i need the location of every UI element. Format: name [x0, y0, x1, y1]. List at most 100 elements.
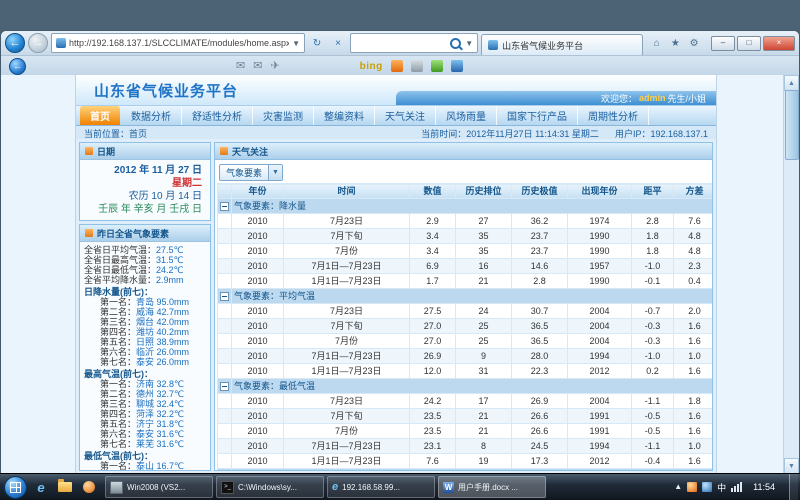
- table-cell: 1994: [568, 439, 632, 454]
- maximize-button[interactable]: □: [737, 36, 761, 51]
- language-indicator[interactable]: 中: [717, 481, 726, 494]
- show-desktop-button[interactable]: [789, 474, 798, 500]
- gray-app-icon[interactable]: [411, 60, 423, 72]
- favorites-button[interactable]: ★: [668, 38, 684, 49]
- nav-tab-3[interactable]: 灾害监测: [253, 106, 314, 125]
- vertical-scrollbar[interactable]: ▲ ▼: [783, 75, 799, 474]
- taskbar-window-3[interactable]: W用户手册.docx ...: [438, 476, 546, 498]
- table-cell: 1.7: [410, 274, 456, 289]
- clock[interactable]: 11:54: [747, 482, 781, 492]
- taskbar-window-2[interactable]: e192.168.58.99...: [327, 476, 435, 498]
- taskbar-window-0[interactable]: Win2008 (VS2...: [105, 476, 213, 498]
- browser-window: ← → http://192.168.137.1/SLCCLIMATE/modu…: [0, 30, 800, 474]
- table-cell: 2.8: [632, 214, 674, 229]
- table-row[interactable]: 20107月下旬23.52126.61991-0.51.6: [218, 409, 714, 424]
- nav-tab-6[interactable]: 风场雨量: [436, 106, 497, 125]
- back-button[interactable]: ←: [5, 33, 25, 53]
- table-row[interactable]: 20107月下旬3.43523.719901.84.8: [218, 229, 714, 244]
- orange-app-icon[interactable]: [391, 60, 403, 72]
- home-button[interactable]: ⌂: [649, 38, 665, 49]
- table-section-row[interactable]: 气象要素：最低气温: [218, 379, 714, 394]
- table-row[interactable]: 20101月1日—7月23日12.03122.320120.21.6: [218, 364, 714, 379]
- section-label: 气象要素：最高气温: [232, 469, 714, 472]
- collapse-icon[interactable]: [220, 202, 229, 211]
- table-head-row: 年份时间数值历史排位历史极值出现年份距平方差: [218, 184, 714, 199]
- scrollbar-thumb[interactable]: [785, 90, 799, 160]
- nav-tab-4[interactable]: 整编资料: [314, 106, 375, 125]
- table-row[interactable]: 20107月份3.43523.719901.84.8: [218, 244, 714, 259]
- address-bar[interactable]: http://192.168.137.1/SLCCLIMATE/modules/…: [51, 33, 305, 53]
- table-row[interactable]: 20101月1日—7月23日7.61917.32012-0.41.6: [218, 454, 714, 469]
- table-cell: 22.3: [512, 364, 568, 379]
- scroll-up-button[interactable]: ▲: [784, 75, 799, 91]
- nav-tab-7[interactable]: 国家下行产品: [497, 106, 578, 125]
- table-row[interactable]: 20107月23日24.21726.92004-1.11.8: [218, 394, 714, 409]
- table-cell: -0.3: [632, 319, 674, 334]
- table-cell: 7月份: [284, 424, 410, 439]
- table-section-row[interactable]: 气象要素：降水量: [218, 199, 714, 214]
- notification-icon[interactable]: [687, 482, 697, 492]
- table-cell: 1.6: [674, 409, 714, 424]
- system-tray: ▲ 中 11:54: [670, 481, 785, 494]
- network-icon[interactable]: [731, 482, 742, 492]
- bing-logo[interactable]: bing: [360, 61, 383, 72]
- nav-tab-0[interactable]: 首页: [80, 106, 120, 125]
- summary-line: 全省日最高气温：31.5℃: [84, 255, 206, 265]
- puzzle-icon[interactable]: [451, 60, 463, 72]
- table-row[interactable]: 20107月1日—7月23日23.1824.51994-1.11.0: [218, 439, 714, 454]
- explorer-launcher[interactable]: [55, 477, 75, 497]
- address-dropdown-icon[interactable]: ▼: [292, 39, 300, 48]
- table-row[interactable]: 20107月1日—7月23日6.91614.61957-1.02.3: [218, 259, 714, 274]
- blue-orb-icon[interactable]: ←: [9, 58, 26, 75]
- scroll-up-icon: ▲: [788, 80, 795, 87]
- forward-button[interactable]: →: [28, 33, 48, 53]
- search-dropdown-icon[interactable]: ▼: [465, 39, 473, 48]
- nav-tab-1[interactable]: 数据分析: [121, 106, 182, 125]
- table-row[interactable]: 20107月下旬27.02536.52004-0.31.6: [218, 319, 714, 334]
- table-row[interactable]: 20107月份27.02536.52004-0.31.6: [218, 334, 714, 349]
- nav-tab-8[interactable]: 周期性分析: [578, 106, 649, 125]
- envelope2-icon[interactable]: ✉: [253, 61, 262, 72]
- media-launcher[interactable]: [79, 477, 99, 497]
- table-cell: 1.8: [632, 229, 674, 244]
- close-button[interactable]: ×: [763, 36, 795, 51]
- table-cell: 7月1日—7月23日: [284, 259, 410, 274]
- collapse-icon[interactable]: [220, 292, 229, 301]
- table-cell: 24.2: [410, 394, 456, 409]
- update-icon[interactable]: [702, 482, 712, 492]
- weather-panel-body: 全省日平均气温：27.5℃全省日最高气温：31.5℃全省日最低气温：24.2℃全…: [80, 242, 210, 470]
- table-section-row[interactable]: 气象要素：最高气温: [218, 469, 714, 472]
- minimize-button[interactable]: –: [711, 36, 735, 51]
- table-row[interactable]: 20107月23日27.52430.72004-0.72.0: [218, 304, 714, 319]
- ie-launcher[interactable]: e: [31, 477, 51, 497]
- search-box[interactable]: ▼: [350, 33, 478, 53]
- table-cell: 27.5: [410, 304, 456, 319]
- search-icon[interactable]: [450, 38, 461, 49]
- browser-nav-bar: ← → http://192.168.137.1/SLCCLIMATE/modu…: [1, 31, 799, 56]
- table-section-row[interactable]: 气象要素：平均气温: [218, 289, 714, 304]
- refresh-button[interactable]: ↻: [308, 34, 326, 52]
- collapse-icon[interactable]: [220, 382, 229, 391]
- taskbar-window-1[interactable]: >_C:\Windows\sy...: [216, 476, 324, 498]
- stop-button[interactable]: ×: [329, 34, 347, 52]
- scroll-down-button[interactable]: ▼: [784, 458, 799, 474]
- url-text[interactable]: http://192.168.137.1/SLCCLIMATE/modules/…: [69, 38, 289, 48]
- element-filter-dropdown[interactable]: 气象要素 ▼: [219, 164, 283, 181]
- browser-tab[interactable]: 山东省气候业务平台: [481, 34, 643, 55]
- green-app-icon[interactable]: [431, 60, 443, 72]
- chevron-down-icon[interactable]: ▼: [268, 165, 282, 180]
- header-cell: 距平: [632, 184, 674, 199]
- nav-tab-2[interactable]: 舒适性分析: [182, 106, 253, 125]
- envelope-icon[interactable]: ✉: [236, 61, 245, 72]
- table-row[interactable]: 20107月1日—7月23日26.9928.01994-1.01.0: [218, 349, 714, 364]
- paperplane-icon[interactable]: ✈: [270, 61, 279, 72]
- tools-button[interactable]: ⚙: [686, 38, 702, 49]
- start-button[interactable]: [4, 476, 27, 499]
- table-row[interactable]: 20107月23日2.92736.219742.87.6: [218, 214, 714, 229]
- table-cell: 2010: [232, 259, 284, 274]
- table-row[interactable]: 20101月1日—7月23日1.7212.81990-0.10.4: [218, 274, 714, 289]
- table-row[interactable]: 20107月份23.52126.61991-0.51.6: [218, 424, 714, 439]
- tray-expand-icon[interactable]: ▲: [674, 483, 682, 491]
- browser-viewport: 山东省气候业务平台 欢迎您： admin 先生/小姐 首页数据分析舒适性分析灾害…: [1, 75, 799, 474]
- nav-tab-5[interactable]: 天气关注: [375, 106, 436, 125]
